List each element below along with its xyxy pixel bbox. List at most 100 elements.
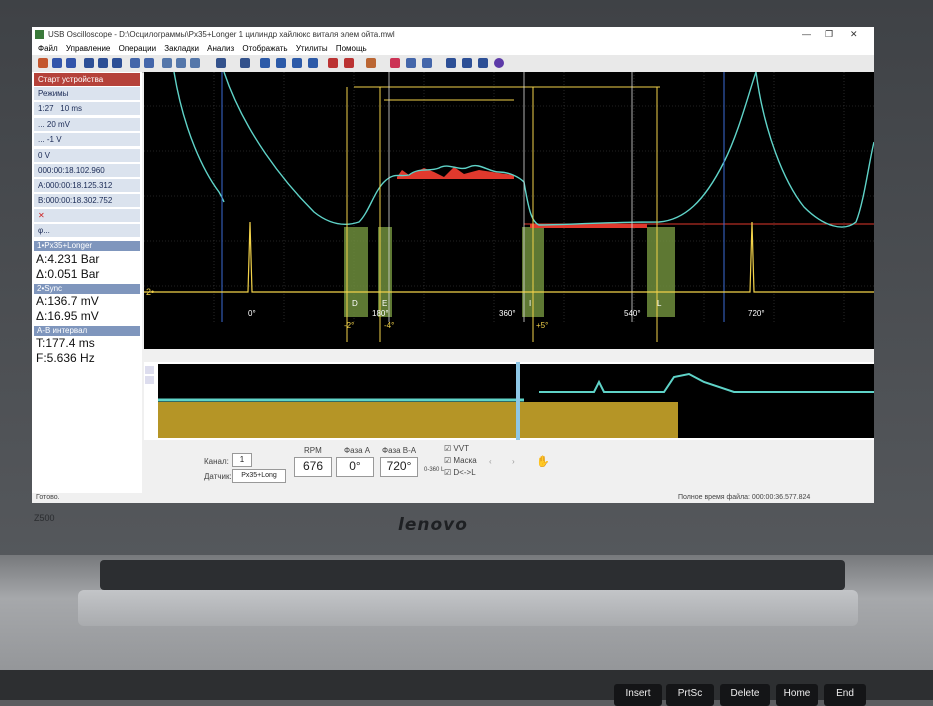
ch1-scale-row[interactable]: ... 20 mV <box>34 118 140 132</box>
menu-display[interactable]: Отображать <box>242 43 287 55</box>
undo-icon[interactable] <box>190 58 200 68</box>
split3-icon[interactable] <box>478 58 488 68</box>
ab-header: A-B интервал <box>34 326 140 336</box>
channel-select[interactable]: 1 <box>232 453 252 467</box>
check4-icon[interactable] <box>308 58 318 68</box>
menu-bar: Файл Управление Операции Закладки Анализ… <box>32 43 874 55</box>
check2-icon[interactable] <box>276 58 286 68</box>
ch2-marker: 2• <box>146 287 154 297</box>
timebase-row[interactable]: 1:27 10 ms <box>34 102 140 116</box>
cursor-b-row[interactable]: B:000:00:18.302.752 <box>34 194 140 208</box>
start-device-button[interactable]: Старт устройства <box>34 73 140 87</box>
phase-ba-value[interactable]: 720° <box>380 457 418 477</box>
hinge-slot <box>100 560 845 590</box>
cursor-a: 000:00:18.125.312 <box>45 181 113 190</box>
menu-file[interactable]: Файл <box>38 43 58 55</box>
rpm-value: 676 <box>294 457 332 477</box>
key-end: End <box>824 684 866 706</box>
phase-label-720: 720° <box>748 309 765 318</box>
status-bar: Готово. Полное время файла: 000:00:36.57… <box>32 493 874 503</box>
close-button[interactable]: ✕ <box>850 29 858 40</box>
mask-label: Маска <box>453 456 477 465</box>
phase-a-value[interactable]: 0° <box>336 457 374 477</box>
marker2-icon[interactable] <box>344 58 354 68</box>
marker-i: I <box>529 299 531 308</box>
split-icon[interactable] <box>446 58 456 68</box>
panel-icon[interactable] <box>422 58 432 68</box>
menu-control[interactable]: Управление <box>66 43 110 55</box>
vvt-checkbox[interactable]: ☑ VVT <box>444 444 469 453</box>
help-icon[interactable] <box>494 58 504 68</box>
rpm-label: RPM <box>304 446 322 455</box>
measure-icon[interactable] <box>162 58 172 68</box>
status-ready: Готово. <box>36 494 60 501</box>
maximize-button[interactable]: ❐ <box>825 29 833 40</box>
next-arrow-icon[interactable]: › <box>512 457 515 466</box>
zoom-icon[interactable] <box>144 58 154 68</box>
phase-label-180: 180° <box>372 309 389 318</box>
overview-strip[interactable] <box>144 362 874 440</box>
modes-button[interactable]: Режимы <box>34 87 140 101</box>
time-cursor: 000:00:18.102.960 <box>38 166 105 175</box>
cursor-a-row[interactable]: A:000:00:18.125.312 <box>34 179 140 193</box>
ch2-scale: ... -1 V <box>38 135 62 144</box>
menu-bookmarks[interactable]: Закладки <box>164 43 199 55</box>
mask-checkbox[interactable]: ☑ Маска <box>444 456 477 465</box>
menu-analysis[interactable]: Анализ <box>207 43 234 55</box>
arrow-down-icon[interactable] <box>240 58 250 68</box>
save-all-icon[interactable] <box>66 58 76 68</box>
hand-icon[interactable]: ✋ <box>536 455 550 468</box>
layout-icon[interactable] <box>84 58 94 68</box>
phase-label-540: 540° <box>624 309 641 318</box>
offset-d: -2° <box>344 321 354 330</box>
grid-icon[interactable] <box>406 58 416 68</box>
close-icon: ✕ <box>38 211 45 220</box>
ch2-a-value: A:136.7 mV <box>36 294 99 308</box>
prev-arrow-icon[interactable]: ‹ <box>489 457 492 466</box>
marker-icon[interactable] <box>328 58 338 68</box>
trigger-row[interactable]: 0 V <box>34 149 140 163</box>
phase-label-360: 360° <box>499 309 516 318</box>
time-cursor-row[interactable]: 000:00:18.102.960 <box>34 164 140 178</box>
oscilloscope-plot[interactable]: 2• 0° 180° 360° 540° 720° D E I L -2° -4… <box>144 72 874 349</box>
marker-e: E <box>382 299 387 308</box>
toolbar <box>32 55 874 73</box>
overview-ch2-tag[interactable] <box>145 376 154 384</box>
save-icon[interactable] <box>52 58 62 68</box>
ab-f-value: F:5.636 Hz <box>36 351 95 365</box>
camera-icon[interactable] <box>366 58 376 68</box>
ch1-delta-value: Δ:0.051 Bar <box>36 267 100 281</box>
timebase-value: 10 ms <box>60 104 83 113</box>
menu-utilities[interactable]: Утилиты <box>296 43 328 55</box>
check-icon[interactable] <box>260 58 270 68</box>
key-prtsc: PrtSc <box>666 684 714 706</box>
dl-checkbox[interactable]: ☑ D<->L <box>444 468 476 477</box>
menu-operations[interactable]: Операции <box>119 43 156 55</box>
open-icon[interactable] <box>38 58 48 68</box>
model-label: Z500 <box>34 513 55 523</box>
record-icon[interactable] <box>390 58 400 68</box>
phase-row[interactable]: φ... <box>34 224 140 238</box>
ch2-scale-row[interactable]: ... -1 V <box>34 133 140 147</box>
layout3-icon[interactable] <box>112 58 122 68</box>
measure2-icon[interactable] <box>176 58 186 68</box>
menu-help[interactable]: Помощь <box>336 43 367 55</box>
dl-label: D<->L <box>453 468 476 477</box>
split2-icon[interactable] <box>462 58 472 68</box>
check3-icon[interactable] <box>292 58 302 68</box>
marker-d: D <box>352 299 358 308</box>
layout2-icon[interactable] <box>98 58 108 68</box>
sensor-select[interactable]: Px35+Long <box>232 469 286 483</box>
overview-ch1-tag[interactable] <box>145 366 154 374</box>
minimize-button[interactable]: — <box>802 29 811 39</box>
hinge-bar <box>78 590 858 626</box>
cursor-icon[interactable] <box>130 58 140 68</box>
filter-row[interactable]: ✕ <box>34 209 140 223</box>
cursor-b: 000:00:18.302.752 <box>45 196 113 205</box>
scale-label: 0-360 L <box>424 467 445 473</box>
window-title: USB Oscilloscope - D:\Осцилограммы\Px35+… <box>48 30 395 39</box>
control-panel: Канал: 1 Датчик: Px35+Long RPM 676 Фаза … <box>144 441 874 491</box>
trigger-level: 0 V <box>38 151 51 160</box>
phase-a-label: Фаза A <box>344 446 371 455</box>
screen-icon[interactable] <box>216 58 226 68</box>
